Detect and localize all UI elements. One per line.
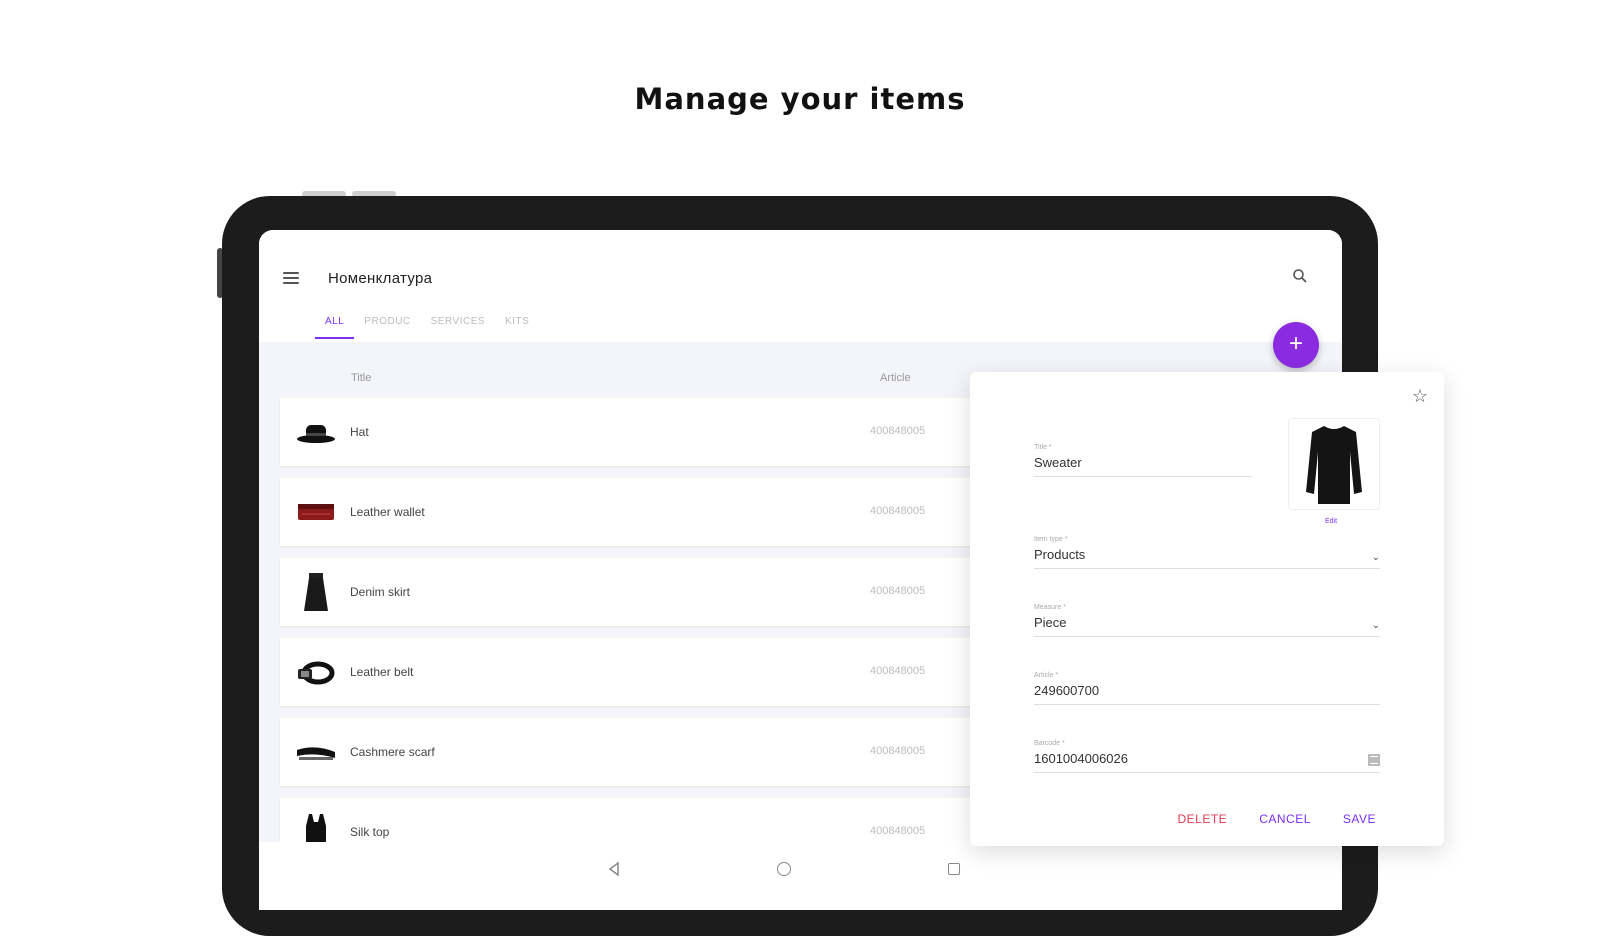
column-header-article: Article [880,372,911,384]
search-icon[interactable] [1292,268,1308,284]
save-button[interactable]: SAVE [1343,812,1376,826]
item-name: Denim skirt [350,585,411,599]
belt-icon [294,650,338,694]
barcode-scan-icon[interactable] [1368,754,1380,766]
barcode-field[interactable]: Barcode * 1601004006026 [1034,740,1380,773]
tab-bar: ALL PRODUC SERVICES KITS [315,316,539,339]
list-item[interactable]: Cashmere scarf 400848005 [280,718,1000,786]
measure-value: Piece [1034,615,1067,630]
star-icon[interactable]: ☆ [1412,386,1428,407]
item-article: 400848005 [870,585,926,597]
item-type-select[interactable]: Item type * Products ⌄ [1034,536,1380,569]
cancel-button[interactable]: CANCEL [1259,812,1311,826]
list-item[interactable]: Denim skirt 400848005 [280,558,1000,626]
recent-apps-icon[interactable] [948,863,960,875]
item-article: 400848005 [870,425,926,437]
item-article: 400848005 [870,745,926,757]
card-actions: DELETE CANCEL SAVE [1178,812,1377,826]
item-edit-card: ☆ Title * Sweater Edit Item type * Produ… [970,372,1444,846]
app-title: Номенклатура [328,270,433,287]
barcode-label: Barcode * [1034,740,1065,747]
scarf-icon [294,730,338,774]
item-article: 400848005 [870,505,926,517]
app-bar: Номенклатура ALL PRODUC SERVICES KITS [259,230,1342,339]
article-field[interactable]: Article * 249600700 [1034,672,1380,705]
article-value: 249600700 [1034,683,1100,698]
menu-icon[interactable] [283,272,299,284]
item-article: 400848005 [870,825,926,837]
item-name: Hat [350,425,369,439]
title-field-label: Title * [1034,444,1052,451]
list-item[interactable]: Leather belt 400848005 [280,638,1000,706]
home-icon[interactable] [777,862,791,876]
item-name: Leather wallet [350,505,425,519]
column-header-title: Title [351,372,372,384]
item-photo[interactable] [1288,418,1380,510]
headline: Manage your items [634,82,966,116]
chevron-down-icon: ⌄ [1371,620,1380,631]
item-name: Silk top [350,825,390,839]
edit-photo-link[interactable]: Edit [1325,518,1337,525]
measure-label: Measure * [1034,604,1066,611]
tab-all[interactable]: ALL [315,316,355,339]
chevron-down-icon: ⌄ [1371,552,1380,563]
tab-products[interactable]: PRODUC [354,316,420,339]
list-item[interactable]: Leather wallet 400848005 [280,478,1000,546]
measure-select[interactable]: Measure * Piece ⌄ [1034,604,1380,637]
add-item-button[interactable]: + [1273,322,1319,368]
list-item[interactable]: Hat 400848005 [280,398,1000,466]
delete-button[interactable]: DELETE [1178,812,1228,826]
back-icon[interactable] [607,862,621,876]
title-field-value: Sweater [1034,455,1082,470]
item-type-label: Item type * [1034,536,1068,543]
item-article: 400848005 [870,665,926,677]
item-type-value: Products [1034,547,1086,562]
tab-services[interactable]: SERVICES [421,316,495,339]
item-name: Leather belt [350,665,414,679]
sweater-icon [1306,426,1362,504]
barcode-value: 1601004006026 [1034,751,1128,766]
skirt-icon [294,570,338,614]
item-name: Cashmere scarf [350,745,435,759]
article-label: Article * [1034,672,1059,679]
wallet-icon [294,490,338,534]
title-field[interactable]: Title * Sweater [1034,444,1252,477]
tab-kits[interactable]: KITS [495,316,539,339]
hat-icon [294,410,338,454]
